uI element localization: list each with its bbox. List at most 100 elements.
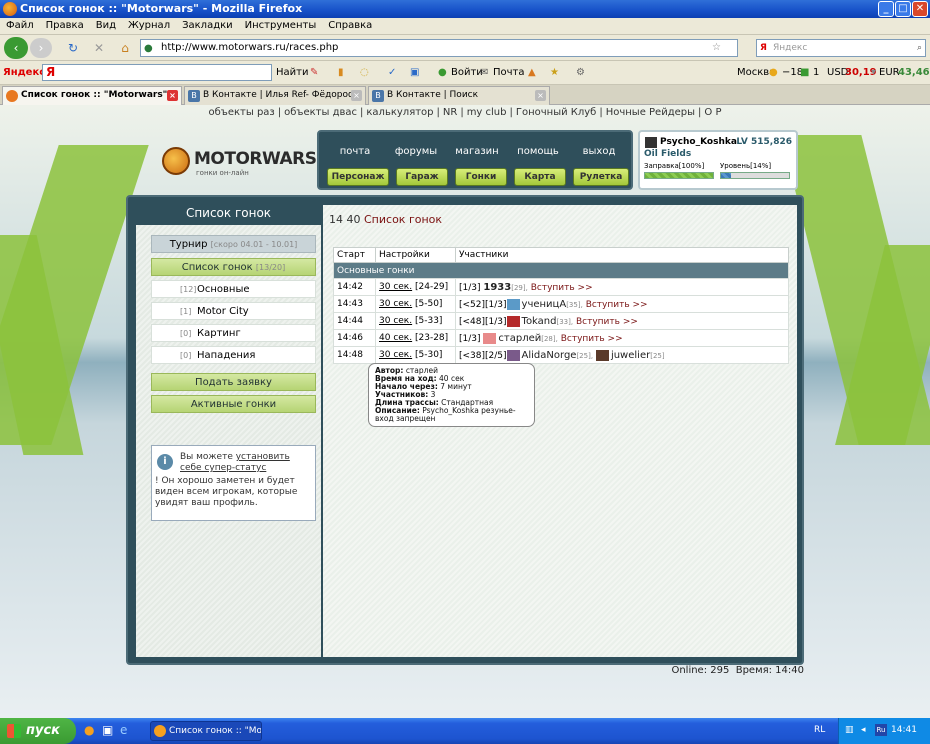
chart-icon[interactable]: ▮	[338, 67, 344, 78]
join-race-link[interactable]: Вступить >>	[561, 334, 623, 344]
btn-garage[interactable]: Гараж	[396, 168, 448, 186]
check-icon[interactable]: ✓	[388, 67, 396, 78]
participant-name[interactable]: старлей	[498, 333, 541, 344]
toplink[interactable]: NR	[440, 107, 460, 118]
participant-name[interactable]: juwelier	[611, 350, 650, 361]
join-race-link[interactable]: Вступить >>	[531, 283, 593, 293]
submit-request-button[interactable]: Подать заявку	[151, 373, 316, 391]
nav-forums[interactable]: форумы	[386, 146, 446, 157]
participant-level: [35],	[566, 300, 583, 309]
yandex-mail-button[interactable]: Почта	[493, 67, 525, 78]
keyboard-layout-icon[interactable]: Ru	[875, 724, 887, 736]
menu-history[interactable]: Журнал	[122, 18, 176, 31]
search-icon[interactable]: ⌕	[917, 40, 922, 56]
yandex-login-button[interactable]: Войти	[451, 67, 483, 78]
category-karting[interactable]: [0] Картинг	[151, 324, 316, 342]
toplink[interactable]: Ночные Рейдеры	[603, 107, 698, 118]
system-tray: ▥ ◂ Ru 14:41	[838, 718, 930, 744]
participant-name[interactable]: 1933	[483, 282, 511, 293]
participant-avatar	[595, 349, 609, 361]
toplink[interactable]: объекты раз	[206, 107, 278, 118]
search-placeholder: Яндекс	[773, 43, 808, 53]
nav-shop[interactable]: магазин	[447, 146, 507, 157]
menu-edit[interactable]: Правка	[40, 18, 90, 31]
category-motor-city[interactable]: [1] Motor City	[151, 302, 316, 320]
pencil-icon[interactable]: ✎	[310, 67, 318, 78]
participant-name[interactable]: AlidaNorge	[522, 350, 577, 361]
ie-quicklaunch-icon[interactable]: e	[120, 723, 127, 737]
nav-exit[interactable]: выход	[569, 146, 629, 157]
active-races-button[interactable]: Активные гонки	[151, 395, 316, 413]
nav-mail[interactable]: почта	[325, 146, 385, 157]
gift-icon[interactable]: ▲	[528, 67, 536, 78]
race-settings-link[interactable]: 30 сек.	[379, 299, 412, 309]
btn-character[interactable]: Персонаж	[327, 168, 389, 186]
join-race-link[interactable]: Вступить >>	[586, 300, 648, 310]
menu-bookmarks[interactable]: Закладки	[176, 18, 239, 31]
tab-close-icon[interactable]: ×	[167, 90, 178, 101]
player-name[interactable]: Psycho_Koshka	[660, 137, 737, 147]
back-arrow-icon[interactable]: ‹	[4, 37, 28, 59]
toplink[interactable]: объекты двас	[281, 107, 360, 118]
firefox-quicklaunch-icon[interactable]: ●	[84, 723, 94, 737]
table-row: 14:48 30 сек. [5-30] [<38][2/5] AlidaNorg…	[333, 346, 789, 364]
race-settings-link[interactable]: 40 сек.	[379, 333, 412, 343]
menu-help[interactable]: Справка	[322, 18, 378, 31]
close-button[interactable]: ✕	[912, 1, 928, 17]
star-icon[interactable]: ★	[550, 67, 559, 78]
participant-name[interactable]: Tokand	[522, 316, 557, 327]
race-settings-link[interactable]: 30 сек.	[379, 350, 412, 360]
tab-close-icon[interactable]: ×	[535, 90, 546, 101]
category-attacks[interactable]: [0] Нападения	[151, 346, 316, 364]
toplink[interactable]: калькулятор	[363, 107, 436, 118]
race-list-button[interactable]: Список гонок [13/20]	[151, 258, 316, 276]
translate-icon[interactable]: ▣	[410, 67, 419, 78]
maximize-button[interactable]: □	[895, 1, 911, 17]
category-main[interactable]: [12] Основные	[151, 280, 316, 298]
join-race-link[interactable]: Вступить >>	[576, 317, 638, 327]
desktop-quicklaunch-icon[interactable]: ▣	[102, 723, 113, 737]
btn-roulette[interactable]: Рулетка	[573, 168, 629, 186]
url-bar[interactable]: http://www.motorwars.ru/races.php ● ☆	[140, 39, 738, 57]
language-indicator[interactable]: RL	[814, 725, 825, 735]
player-city[interactable]: Oil Fields	[644, 149, 691, 159]
chat-icon[interactable]: ◌	[360, 67, 369, 78]
race-settings-link[interactable]: 30 сек.	[379, 282, 412, 292]
race-settings-link[interactable]: 30 сек.	[379, 316, 412, 326]
tab-vkontakte-search[interactable]: B В Контакте | Поиск ×	[368, 86, 550, 105]
start-button[interactable]: пуск	[0, 718, 76, 744]
volume-icon[interactable]: ◂	[861, 725, 866, 735]
home-icon[interactable]: ⌂	[114, 38, 136, 58]
minimize-button[interactable]: _	[878, 1, 894, 17]
tab-label: В Контакте | Илья Ref- Фёдороф	[203, 90, 356, 100]
toplink[interactable]: О Р	[701, 107, 724, 118]
menu-file[interactable]: Файл	[0, 18, 40, 31]
forward-arrow-icon[interactable]: ›	[30, 38, 52, 58]
menu-view[interactable]: Вид	[90, 18, 122, 31]
tab-motorwars[interactable]: Список гонок :: "Motorwars" ×	[2, 86, 182, 105]
race-prefix: [<52][1/3]	[459, 299, 507, 310]
tab-close-icon[interactable]: ×	[351, 90, 362, 101]
taskbar-firefox-window[interactable]: Список гонок :: "Mot...	[150, 721, 262, 741]
tab-vkontakte-profile[interactable]: B В Контакте | Илья Ref- Фёдороф ×	[184, 86, 366, 105]
participant-name[interactable]: ученицА	[522, 299, 567, 310]
yandex-find-button[interactable]: Найти	[276, 67, 308, 78]
participant-avatar	[506, 315, 520, 327]
nav-help[interactable]: помощь	[508, 146, 568, 157]
search-input[interactable]: Я Яндекс ⌕	[756, 39, 926, 57]
stop-icon[interactable]: ✕	[88, 38, 110, 58]
bookmark-star-icon[interactable]: ☆	[712, 40, 721, 56]
tournament-button[interactable]: Турнир [скоро 04.01 - 10.01]	[151, 235, 316, 253]
gear-icon[interactable]: ⚙	[576, 67, 585, 78]
site-logo[interactable]: MOTORWARS.RU гонки он-лайн	[162, 143, 349, 177]
reload-icon[interactable]: ↻	[62, 38, 84, 58]
currency-dropdown-icon[interactable]: ▾	[871, 67, 876, 78]
yandex-search-input[interactable]: Я	[42, 64, 272, 81]
btn-map[interactable]: Карта	[514, 168, 566, 186]
toplink[interactable]: Гоночный Клуб	[513, 107, 599, 118]
category-count: [12]	[180, 285, 197, 294]
network-icon[interactable]: ▥	[845, 725, 854, 735]
menu-tools[interactable]: Инструменты	[239, 18, 323, 31]
toplink[interactable]: my club	[464, 107, 510, 118]
btn-races[interactable]: Гонки	[455, 168, 507, 186]
